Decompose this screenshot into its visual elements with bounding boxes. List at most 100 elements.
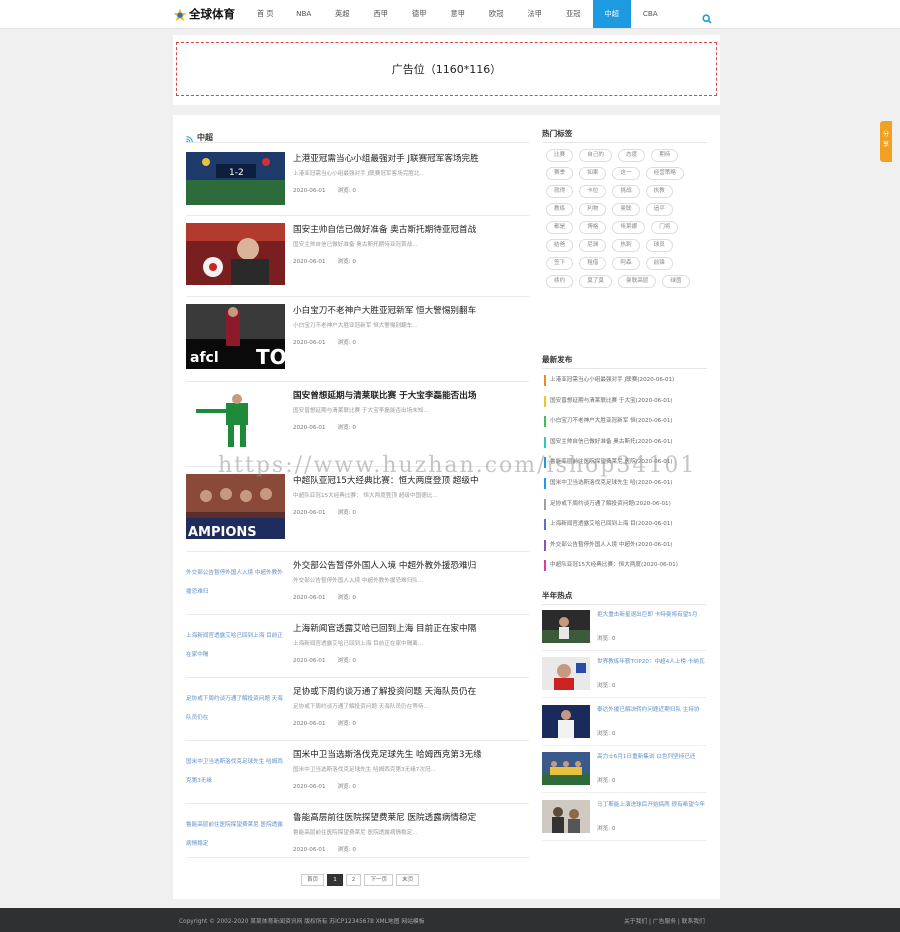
tag-pill[interactable]: 尼渊 (579, 239, 607, 252)
tag-pill[interactable]: 球员 (645, 239, 673, 252)
article-thumbnail[interactable] (186, 389, 285, 454)
page-button[interactable]: 2 (345, 874, 362, 886)
tag-pill[interactable]: 利物 (579, 203, 607, 216)
ad-placeholder[interactable]: 广告位（1160*116） (176, 42, 717, 96)
tag-pill[interactable]: 前锋 (645, 257, 673, 270)
latest-item[interactable]: 外交部公告暂停外国人入境 中超外(2020-06-01) (544, 539, 709, 560)
tag-pill[interactable]: 续约 (546, 275, 574, 288)
hot-item-thumbnail[interactable] (542, 799, 590, 833)
hot-item-thumbnail[interactable] (542, 752, 590, 786)
latest-item[interactable]: 中超队亚冠15大经典比赛：恒大两度(2020-06-01) (544, 559, 709, 580)
tag-pill[interactable]: 追平 (645, 203, 673, 216)
article-title[interactable]: 国安曾想延期与清莱联比赛 于大宝李磊能否出场 (293, 389, 476, 401)
tag-pill[interactable]: 租借 (579, 257, 607, 270)
nav-item[interactable]: NBA (285, 0, 324, 28)
article-thumbnail[interactable] (186, 223, 285, 288)
article-item[interactable]: 1-2 上港亚冠需当心小组最强对手 J联赛冠军客场完胜 上港亚冠需当心小组最强对手 … (186, 152, 529, 216)
hot-item-title[interactable]: 马丁斯能上演进球后开始搞两 很有希望今年 (597, 800, 707, 810)
article-item[interactable]: AMPIONS 中超队亚冠15大经典比赛：恒大两度登顶 超级中 中超队亚冠15大经典… (186, 474, 529, 552)
site-logo[interactable]: 全球体育 (173, 6, 235, 22)
nav-item[interactable]: 亚冠 (554, 0, 593, 28)
article-title[interactable]: 鲁能高层前往医院探望费莱尼 医院透露病情稳定 (293, 811, 476, 823)
nav-item[interactable]: 法甲 (516, 0, 555, 28)
nav-item[interactable]: 意甲 (439, 0, 478, 28)
hot-item[interactable]: 世界教练年薪TOP20：中超4人上榜 卡纳瓦 浏览: 0 (542, 657, 707, 704)
article-thumbnail[interactable]: afcl TO (186, 304, 285, 369)
tag-pill[interactable]: 门将 (651, 221, 679, 234)
article-thumbnail[interactable]: 足协或下周约谈万通了解投资问题 天海队员仍在 (186, 685, 285, 738)
article-item[interactable]: afcl TO 小白宝刀不老神户大胜亚冠新军 恒大警惕别翻车 小白宝刀不老神户大胜亚冠… (186, 304, 529, 382)
nav-item[interactable]: 欧冠 (477, 0, 516, 28)
tag-pill[interactable]: 执教 (645, 185, 673, 198)
search-icon[interactable] (702, 9, 712, 28)
tag-pill[interactable]: 卡拉 (579, 185, 607, 198)
hot-item[interactable]: 马丁斯能上演进球后开始搞两 很有希望今年 浏览: 0 (542, 799, 707, 847)
article-thumbnail[interactable]: 外交部公告暂停外国人入境 中超外教外援恐难归 (186, 559, 285, 612)
nav-item[interactable]: CBA (631, 0, 670, 28)
share-button[interactable]: 分享 (880, 121, 892, 162)
article-title[interactable]: 上海新闻官透露艾哈已回到上海 目前正在家中隔 (293, 622, 476, 634)
latest-item[interactable]: 上港亚冠需当心小组最强对手 J联赛(2020-06-01) (544, 374, 709, 395)
nav-item[interactable]: 英超 (323, 0, 362, 28)
page-button[interactable]: 1 (327, 874, 343, 886)
tag-pill[interactable]: 绿茵 (662, 275, 690, 288)
article-item[interactable]: 上海新闻官透露艾哈已回到上海 目前正在家中隔 上海新闻官透露艾哈已回到上海 目前正… (186, 622, 529, 682)
tag-pill[interactable]: 热刺 (612, 239, 640, 252)
tag-pill[interactable]: 曼联 (612, 203, 640, 216)
hot-item-thumbnail[interactable] (542, 657, 590, 691)
article-thumbnail[interactable]: 1-2 (186, 152, 285, 205)
latest-item[interactable]: 国米中卫当选斯洛伐克足球先生 哈(2020-06-01) (544, 477, 709, 498)
article-title[interactable]: 国米中卫当选斯洛伐克足球先生 哈姆西克第3无缘 (293, 748, 482, 760)
article-title[interactable]: 足协或下周约谈万通了解投资问题 天海队员仍在 (293, 685, 476, 697)
tag-pill[interactable]: 都是 (546, 221, 574, 234)
tag-pill[interactable]: 签下 (546, 257, 574, 270)
tag-pill[interactable]: 比赛 (546, 149, 574, 162)
article-thumbnail[interactable]: 国米中卫当选斯洛伐克足球先生 哈姆西克第3无缘 (186, 748, 285, 801)
article-title[interactable]: 国安主帅自信已做好准备 奥古斯托期待亚冠首战 (293, 223, 476, 235)
hot-item-thumbnail[interactable] (542, 704, 590, 738)
tag-pill[interactable]: 莫了莫 (579, 275, 612, 288)
hot-item-title[interactable]: 拒大重击新星退出巨即 卡特曼将有望5月 (597, 610, 707, 620)
tag-pill[interactable]: 埃莱娜 (612, 221, 646, 234)
nav-item[interactable]: 西甲 (362, 0, 401, 28)
article-item[interactable]: 国安曾想延期与清莱联比赛 于大宝李磊能否出场 国安曾想延期与清莱联比赛 于大宝李磊… (186, 389, 529, 467)
page-button[interactable]: 首页 (301, 874, 325, 886)
hot-item-title[interactable]: 高力士6月1日重新集训 以色列坚持已还 (597, 752, 707, 762)
latest-item[interactable]: 上海新闻官透露艾哈已回到上海 目(2020-06-01) (544, 518, 709, 539)
tag-pill[interactable]: 阿森 (612, 257, 640, 270)
nav-item[interactable]: 首 页 (246, 0, 285, 28)
article-item[interactable]: 国米中卫当选斯洛伐克足球先生 哈姆西克第3无缘 国米中卫当选斯洛伐克足球先生 哈姆… (186, 748, 529, 808)
tag-pill[interactable]: 这一 (612, 167, 640, 180)
hot-item-thumbnail[interactable] (542, 610, 590, 643)
hot-item[interactable]: 泰达外援已解决转约问题近期归队 主持协 浏览: 0 (542, 704, 707, 752)
nav-item[interactable]: 德甲 (400, 0, 439, 28)
tag-pill[interactable]: 自己的 (579, 149, 612, 162)
latest-item[interactable]: 足协或下周约谈万通了解投资问题(2020-06-01) (544, 498, 709, 519)
article-thumbnail[interactable]: 上海新闻官透露艾哈已回到上海 目前正在家中隔 (186, 622, 285, 675)
tag-pill[interactable]: 就得 (546, 185, 574, 198)
tag-pill[interactable]: 期待 (651, 149, 679, 162)
hot-item[interactable]: 拒大重击新星退出巨即 卡特曼将有望5月 浏览: 0 (542, 610, 707, 657)
latest-item[interactable]: 国安曾想延期与清莱联比赛 于大宝(2020-06-01) (544, 395, 709, 416)
tag-pill[interactable]: 博格 (579, 221, 607, 234)
tag-pill[interactable]: 曼联高层 (618, 275, 657, 288)
hot-item-title[interactable]: 泰达外援已解决转约问题近期归队 主持协 (597, 705, 707, 715)
tag-pill[interactable]: 结爸 (546, 239, 574, 252)
page-button[interactable]: 末页 (396, 874, 420, 886)
tag-pill[interactable]: 态度 (618, 149, 646, 162)
tag-pill[interactable]: 赛季 (546, 167, 574, 180)
article-item[interactable]: 鲁能高层前往医院探望费莱尼 医院透露病情稳定 鲁能高层前往医院探望费莱尼 医院透露… (186, 811, 529, 871)
article-item[interactable]: 国安主帅自信已做好准备 奥古斯托期待亚冠首战 国安主帅自信已做好准备 奥古斯托期待… (186, 223, 529, 297)
hot-item-title[interactable]: 世界教练年薪TOP20：中超4人上榜 卡纳瓦 (597, 657, 707, 667)
article-title[interactable]: 上港亚冠需当心小组最强对手 J联赛冠军客场完胜 (293, 152, 479, 164)
article-thumbnail[interactable]: AMPIONS (186, 474, 285, 539)
footer-links[interactable]: 关于我们 | 广告服务 | 联系我们 (624, 916, 705, 925)
tag-pill[interactable]: 挑战 (612, 185, 640, 198)
tag-pill[interactable]: 教练 (546, 203, 574, 216)
article-title[interactable]: 小白宝刀不老神户大胜亚冠新军 恒大警惕别翻车 (293, 304, 476, 316)
tag-pill[interactable]: 如果 (579, 167, 607, 180)
latest-item[interactable]: 小白宝刀不老神户大胜亚冠新军 恒(2020-06-01) (544, 415, 709, 436)
hot-item[interactable]: 高力士6月1日重新集训 以色列坚持已还 浏览: 0 (542, 752, 707, 799)
article-item[interactable]: 足协或下周约谈万通了解投资问题 天海队员仍在 足协或下周约谈万通了解投资问题 天海… (186, 685, 529, 745)
tag-pill[interactable]: 经营策略 (645, 167, 684, 180)
